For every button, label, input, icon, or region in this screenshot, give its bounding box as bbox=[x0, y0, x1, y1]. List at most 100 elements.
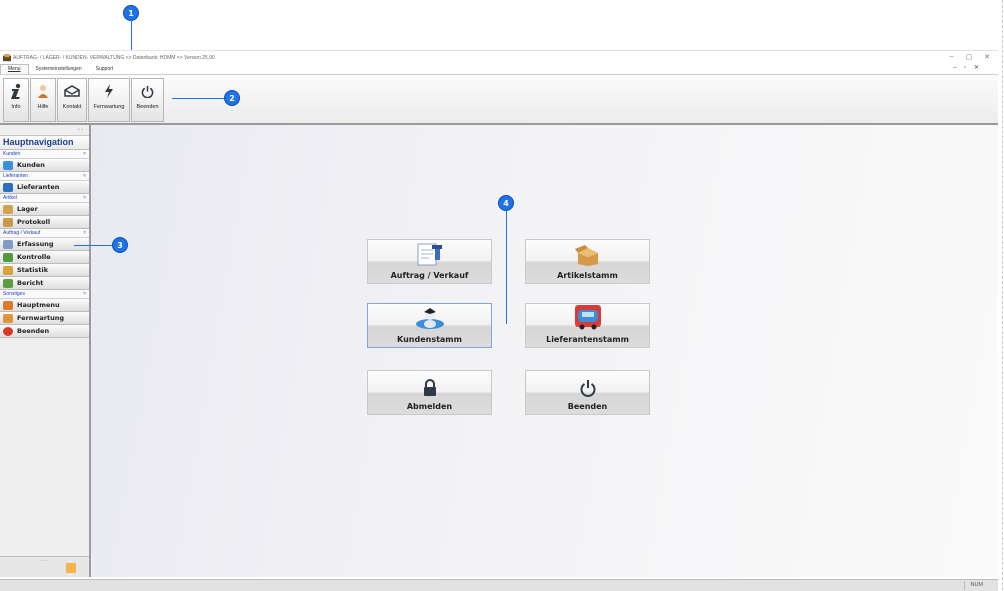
sidebar-item-label: Erfassung bbox=[17, 240, 54, 248]
sidebar-item-kunden[interactable]: Kunden bbox=[0, 159, 89, 172]
sidebar-item-label: Hauptmenu bbox=[17, 301, 60, 309]
sidebar-title: Hauptnavigation bbox=[0, 136, 89, 150]
sidebar-item-label: Beenden bbox=[17, 327, 50, 335]
envelope-icon bbox=[64, 85, 80, 97]
kontakt-button[interactable]: Kontakt bbox=[57, 78, 87, 122]
callout-4-line bbox=[506, 210, 507, 324]
abmelden-tile[interactable]: Abmelden bbox=[367, 370, 492, 415]
beenden-ribbon-button[interactable]: Beenden bbox=[131, 78, 164, 122]
info-button[interactable]: Info bbox=[3, 78, 29, 122]
sidebar-item-label: Statistik bbox=[17, 266, 49, 274]
power-icon bbox=[580, 380, 595, 397]
ribbon-toolbar: Info Hilfe Kontakt Fernwartung Beenden bbox=[0, 75, 998, 125]
app-logo-icon bbox=[3, 53, 11, 61]
group-label: Auftrag / Verkauf bbox=[3, 230, 41, 236]
artikelstamm-tile[interactable]: Artikelstamm bbox=[525, 239, 650, 284]
power-icon bbox=[141, 85, 154, 98]
collapse-icon: ≈ bbox=[83, 291, 86, 297]
tile-label: Kundenstamm bbox=[397, 335, 462, 344]
title-bar: AUFTRAG- / LAGER- / KUNDEN- VERWALTUNG <… bbox=[0, 51, 998, 64]
minimize-button[interactable]: – bbox=[950, 53, 954, 61]
callout-3-line bbox=[74, 245, 114, 246]
box-icon bbox=[3, 217, 13, 227]
collapse-icon: ≈ bbox=[83, 230, 86, 236]
group-kunden[interactable]: Kunden ≈ bbox=[0, 150, 89, 159]
sidebar-item-label: Kunden bbox=[17, 161, 45, 169]
menu-icon bbox=[3, 300, 13, 310]
info-icon bbox=[11, 83, 21, 99]
sidebar-item-label: Kontrolle bbox=[17, 253, 51, 261]
hilfe-button[interactable]: Hilfe bbox=[30, 78, 56, 122]
lock-icon bbox=[423, 379, 436, 396]
group-label: Sonstiges bbox=[3, 291, 25, 297]
sidebar-item-hauptmenu[interactable]: Hauptmenu bbox=[0, 299, 89, 312]
open-box-icon bbox=[574, 245, 598, 266]
help-person-icon bbox=[38, 85, 48, 98]
group-sonstiges[interactable]: Sonstiges ≈ bbox=[0, 290, 89, 299]
collapse-icon: ≈ bbox=[83, 151, 86, 157]
sidebar-item-lieferanten[interactable]: Lieferanten bbox=[0, 181, 89, 194]
sidebar-item-lager[interactable]: Lager bbox=[0, 203, 89, 216]
sidebar-item-label: Bericht bbox=[17, 279, 44, 287]
lieferantenstamm-tile[interactable]: Lieferantenstamm bbox=[525, 303, 650, 348]
folder-chart-icon bbox=[3, 265, 13, 275]
page-edge-guide bbox=[1002, 0, 1003, 590]
supplier-icon bbox=[574, 305, 601, 330]
lightning-icon bbox=[105, 84, 113, 98]
sidebar-item-protokoll[interactable]: Protokoll bbox=[0, 216, 89, 229]
tab-support[interactable]: Support bbox=[89, 65, 121, 74]
group-label: Lieferanten bbox=[3, 173, 29, 179]
kontakt-label: Kontakt bbox=[62, 104, 82, 110]
menu-bar: Menu Systemeinstellungen Support – ▫ ✕ bbox=[0, 64, 998, 75]
tab-menu[interactable]: Menu bbox=[0, 64, 29, 74]
sidebar-item-bericht[interactable]: Bericht bbox=[0, 277, 89, 290]
sidebar-item-fernwartung[interactable]: Fernwartung bbox=[0, 312, 89, 325]
tile-label: Abmelden bbox=[406, 402, 453, 411]
group-lieferanten[interactable]: Lieferanten ≈ bbox=[0, 172, 89, 181]
collapse-icon: ≈ bbox=[83, 173, 86, 179]
sidebar-item-beenden[interactable]: Beenden bbox=[0, 325, 89, 338]
callout-1: 1 bbox=[124, 6, 138, 20]
auftrag-verkauf-tile[interactable]: Auftrag / Verkauf bbox=[367, 239, 492, 284]
box-icon bbox=[3, 204, 13, 214]
mdi-controls[interactable]: – ▫ ✕ bbox=[953, 64, 982, 71]
tile-label: Beenden bbox=[567, 402, 608, 411]
order-form-icon bbox=[417, 243, 442, 266]
sidebar-item-kontrolle[interactable]: Kontrolle bbox=[0, 251, 89, 264]
sidebar-item-label: Fernwartung bbox=[17, 314, 65, 322]
main-area: Auftrag / Verkauf Artikelstamm Kundensta… bbox=[91, 125, 998, 577]
hilfe-label: Hilfe bbox=[37, 104, 49, 110]
tile-label: Artikelstamm bbox=[557, 271, 618, 280]
sidebar-item-statistik[interactable]: Statistik bbox=[0, 264, 89, 277]
sidebar-pin[interactable]: ‹ ‹ bbox=[0, 125, 89, 136]
fernwartung-button[interactable]: Fernwartung bbox=[88, 78, 130, 122]
status-bar: NUM bbox=[0, 579, 998, 591]
callout-4: 4 bbox=[499, 196, 513, 210]
customers-icon bbox=[3, 160, 13, 170]
person-icon bbox=[3, 313, 13, 323]
info-label: Info bbox=[11, 104, 21, 110]
form-icon bbox=[3, 239, 13, 249]
customers-icon bbox=[415, 308, 444, 329]
sidebar-item-label: Protokoll bbox=[17, 218, 51, 226]
window-controls: – ▢ ✕ bbox=[950, 53, 990, 61]
tab-systemeinstellungen[interactable]: Systemeinstellungen bbox=[29, 65, 89, 74]
kundenstamm-tile[interactable]: Kundenstamm bbox=[367, 303, 492, 348]
sidebar-item-label: Lager bbox=[17, 205, 38, 213]
group-artikel[interactable]: Artikel ≈ bbox=[0, 194, 89, 203]
group-auftrag-verkauf[interactable]: Auftrag / Verkauf ≈ bbox=[0, 229, 89, 238]
report-icon bbox=[3, 278, 13, 288]
supplier-icon bbox=[3, 182, 13, 192]
sidebar-quick-tile[interactable] bbox=[66, 563, 76, 573]
beenden-tile[interactable]: Beenden bbox=[525, 370, 650, 415]
restore-button[interactable]: ▢ bbox=[966, 53, 973, 61]
beenden-ribbon-label: Beenden bbox=[136, 104, 159, 110]
window-title: AUFTRAG- / LAGER- / KUNDEN- VERWALTUNG <… bbox=[13, 54, 215, 61]
callout-3: 3 bbox=[113, 238, 127, 252]
callout-2: 2 bbox=[225, 91, 239, 105]
group-label: Artikel bbox=[3, 195, 17, 201]
numlock-indicator: NUM bbox=[964, 581, 988, 590]
fernwartung-label: Fernwartung bbox=[93, 104, 125, 110]
callout-2-line bbox=[172, 98, 226, 99]
close-button[interactable]: ✕ bbox=[984, 53, 990, 61]
